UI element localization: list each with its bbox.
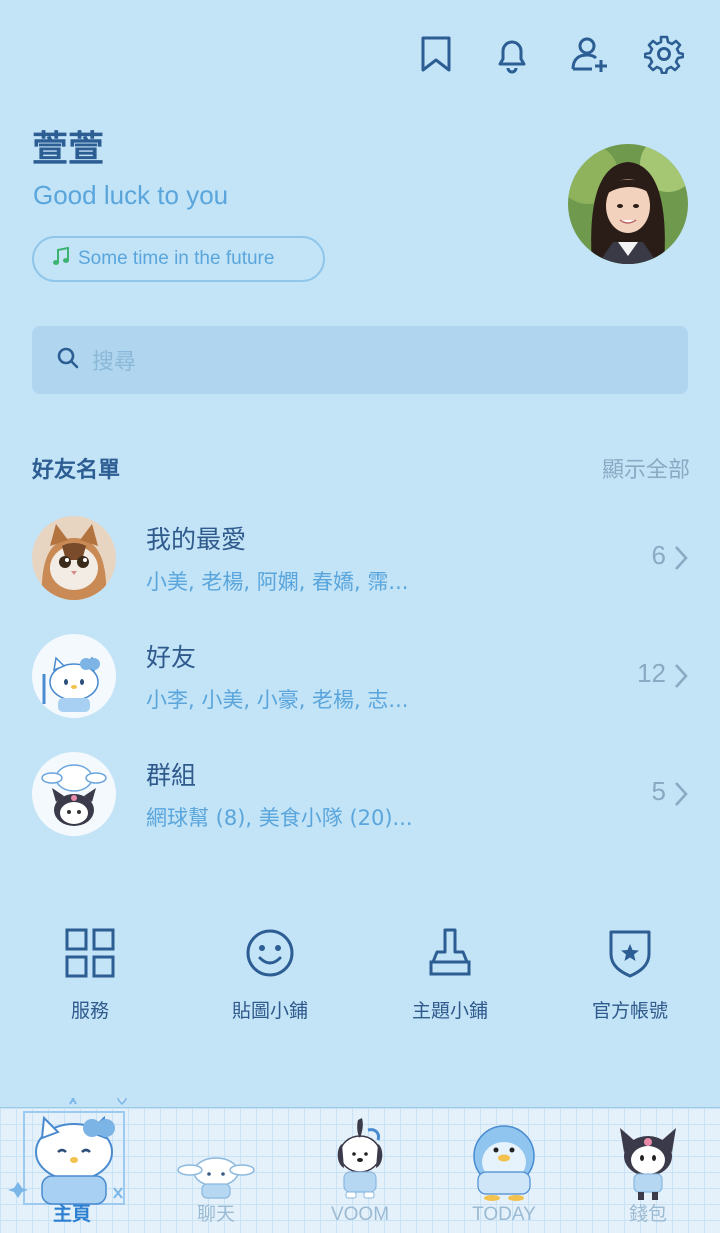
tab-label: 主頁 [52,1204,91,1225]
tab-label: TODAY [472,1204,536,1225]
tab-label: VOOM [330,1204,390,1225]
tab-today[interactable]: TODAY [432,1098,576,1232]
friend-group-friends[interactable]: 好友 小李, 小美, 小豪, 老楊, 志... 12 [0,634,720,734]
smiley-icon [246,929,294,977]
group-count: 12 [637,658,666,688]
music-title: Some time in the future [78,248,275,269]
profile-music-pill[interactable]: Some time in the future [32,236,325,282]
search-icon [56,346,80,374]
tab-home[interactable]: 主頁 [0,1098,144,1232]
grid-icon [65,928,115,978]
pochacco-voom-icon [337,1118,383,1199]
service-label: 官方帳號 [591,1000,668,1022]
friend-group-favorites[interactable]: 我的最愛 小美, 老楊, 阿嫻, 春嬌, 霈... 6 [0,516,720,616]
tuxedosam-today-icon [473,1125,535,1201]
shield-star-icon [609,930,651,978]
service-label: 主題小鋪 [411,1000,488,1022]
cat-avatar [32,516,116,600]
brush-icon [429,928,471,976]
status-message[interactable]: Good luck to you [33,180,228,211]
music-note-icon [52,246,70,271]
tab-label: 聊天 [196,1204,235,1225]
group-characters-avatar [32,752,116,836]
group-count: 5 [651,776,666,806]
hello-kitty-home-icon [8,1098,127,1205]
service-services[interactable]: 服務 [0,926,180,1023]
group-members: 網球幫 (8), 美食小隊 (20)... [146,806,413,830]
search-placeholder: 搜尋 [92,350,137,375]
hello-kitty-avatar [32,634,116,718]
group-title: 好友 [146,643,197,672]
kuromi-wallet-icon [620,1128,676,1200]
service-sticker-shop[interactable]: 貼圖小鋪 [180,926,360,1023]
chevron-right-icon [675,782,688,806]
tab-wallet[interactable]: 錢包 [576,1098,720,1232]
service-official-accounts[interactable]: 官方帳號 [540,926,720,1023]
group-title: 群組 [146,761,197,790]
group-members: 小美, 老楊, 阿嫻, 春嬌, 霈... [146,570,409,594]
bell-icon[interactable] [492,34,532,74]
show-all-link[interactable]: 顯示全部 [602,452,690,484]
group-count: 6 [651,540,666,570]
add-friend-icon[interactable] [570,34,610,74]
settings-gear-icon[interactable] [643,34,685,75]
friends-section-title: 好友名單 [32,458,121,483]
search-bar[interactable]: 搜尋 [32,326,688,394]
chevron-right-icon [675,664,688,688]
service-label: 貼圖小鋪 [231,1000,308,1022]
friend-group-groups[interactable]: 群組 網球幫 (8), 美食小隊 (20)... 5 [0,752,720,852]
profile-name[interactable]: 萱萱 [32,120,104,172]
profile-avatar[interactable] [568,144,688,264]
cinnamoroll-chat-icon [177,1157,255,1199]
service-label: 服務 [70,1000,109,1022]
group-members: 小李, 小美, 小豪, 老楊, 志... [146,688,409,712]
tab-chat[interactable]: 聊天 [144,1098,288,1232]
bookmark-icon[interactable] [416,34,456,74]
group-title: 我的最愛 [146,525,247,554]
tab-voom[interactable]: VOOM [288,1098,432,1232]
service-theme-shop[interactable]: 主題小鋪 [360,926,540,1023]
tab-label: 錢包 [628,1204,667,1225]
chevron-right-icon [675,546,688,570]
